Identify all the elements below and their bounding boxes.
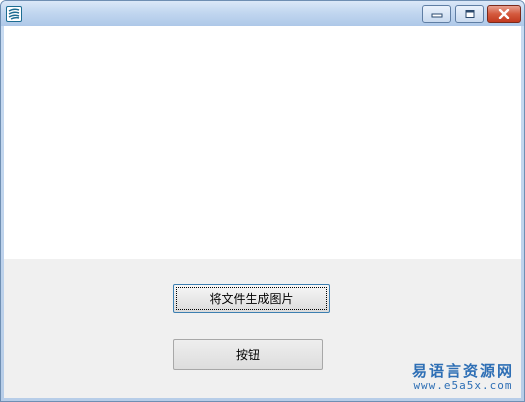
image-display-panel bbox=[4, 26, 521, 259]
watermark-url: www.e5a5x.com bbox=[413, 379, 513, 393]
site-watermark: 易语言资源网 www.e5a5x.com bbox=[411, 362, 514, 393]
minimize-button[interactable] bbox=[422, 5, 451, 23]
plain-button[interactable]: 按钮 bbox=[173, 339, 323, 370]
generate-image-button[interactable]: 将文件生成图片 bbox=[173, 284, 330, 313]
app-window: 将文件生成图片 按钮 易语言资源网 www.e5a5x.com bbox=[0, 0, 525, 402]
close-icon bbox=[498, 9, 510, 19]
close-button[interactable] bbox=[487, 5, 521, 23]
maximize-icon bbox=[465, 10, 474, 18]
client-area: 将文件生成图片 按钮 bbox=[4, 26, 521, 398]
watermark-title: 易语言资源网 bbox=[411, 362, 514, 381]
minimize-icon bbox=[431, 13, 442, 18]
app-logo-icon[interactable] bbox=[6, 6, 22, 22]
maximize-button[interactable] bbox=[455, 5, 484, 23]
title-bar[interactable] bbox=[1, 1, 524, 26]
